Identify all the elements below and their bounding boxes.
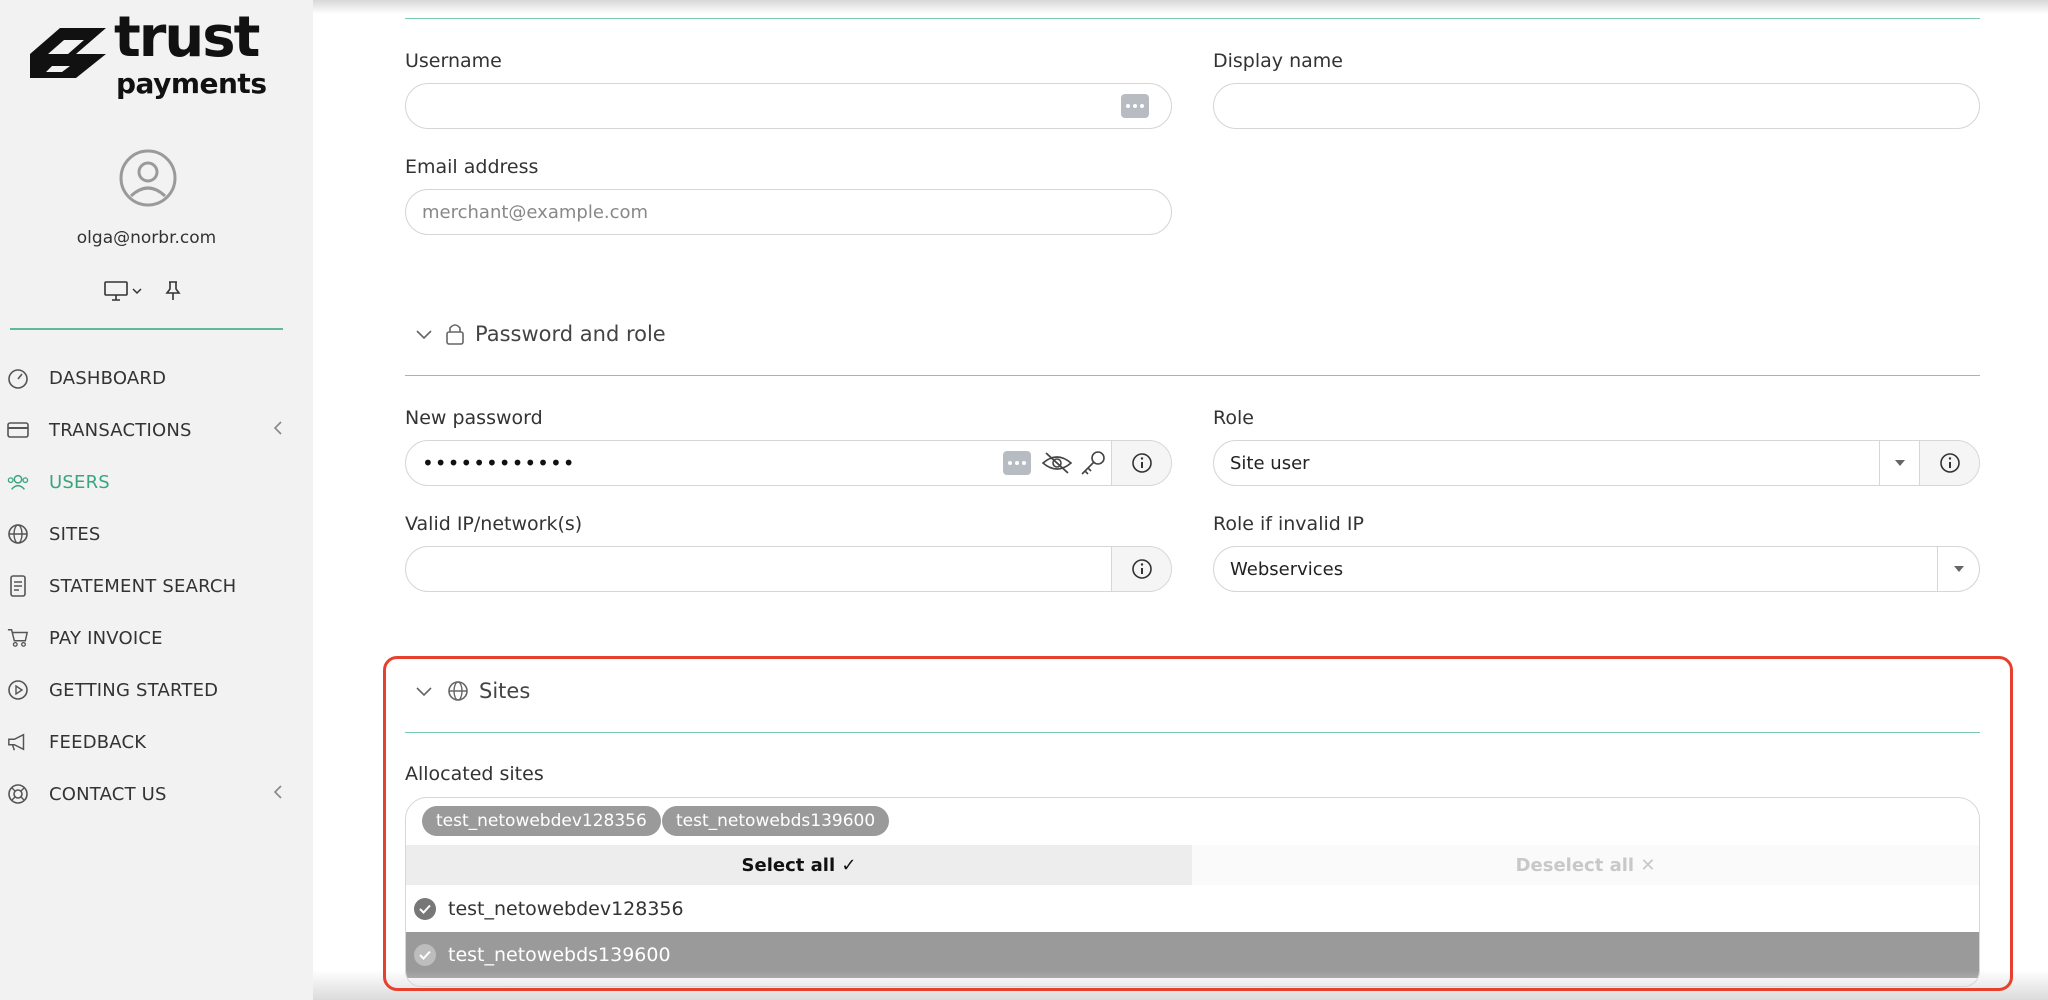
user-email: olga@norbr.com (76, 228, 217, 248)
top-shadow (313, 0, 2048, 14)
role-dropdown-toggle[interactable] (1879, 441, 1919, 485)
chevron-down-icon (132, 288, 142, 295)
role-invalid-ip-label: Role if invalid IP (1213, 513, 1364, 535)
globe-icon (7, 523, 29, 545)
info-icon (1131, 559, 1152, 579)
sidebar-divider (10, 328, 283, 330)
role-invalid-ip-dropdown-toggle[interactable] (1937, 547, 1979, 591)
username-field[interactable] (405, 83, 1172, 129)
sites-highlight-box (383, 656, 2013, 991)
caret-down-icon (1894, 460, 1905, 466)
password-role-title: Password and role (475, 322, 666, 346)
sidebar-item-label: TRANSACTIONS (49, 419, 192, 441)
valid-ip-field[interactable] (405, 546, 1172, 592)
trust-payments-logo[interactable]: trust payments (26, 10, 276, 110)
sidebar-item-label: FEEDBACK (49, 731, 147, 753)
sidebar-item-label: STATEMENT SEARCH (49, 575, 237, 597)
valid-ip-info-button[interactable] (1111, 547, 1171, 591)
logo-text-payments: payments (116, 67, 267, 100)
info-icon (1131, 453, 1152, 473)
sidebar-item-label: CONTACT US (49, 783, 167, 805)
sidebar-item-statement-search[interactable]: STATEMENT SEARCH (0, 560, 293, 612)
new-password-field[interactable]: •••••••••••• (405, 440, 1172, 486)
cart-icon (7, 627, 29, 649)
sidebar-item-label: SITES (49, 523, 101, 545)
sidebar: trust payments olga@norbr.com DASHBOARD … (0, 0, 313, 1000)
dashboard-icon (7, 367, 29, 389)
sidebar-item-label: USERS (49, 471, 110, 493)
new-password-value: •••••••••••• (422, 451, 576, 475)
megaphone-icon (7, 731, 29, 753)
document-icon (7, 575, 29, 597)
chevron-left-icon (273, 421, 282, 435)
sidebar-item-label: PAY INVOICE (49, 627, 163, 649)
email-placeholder: merchant@example.com (422, 201, 649, 223)
sidebar-item-label: DASHBOARD (49, 367, 167, 389)
role-invalid-ip-select[interactable]: Webservices (1213, 546, 1980, 592)
sidebar-item-dashboard[interactable]: DASHBOARD (0, 352, 293, 404)
chevron-down-icon (416, 330, 432, 340)
sidebar-nav: DASHBOARD TRANSACTIONS USERS SITES STATE… (0, 352, 293, 820)
logo-text-trust: trust (114, 5, 260, 70)
avatar[interactable] (118, 148, 178, 208)
caret-down-icon (1953, 566, 1964, 572)
role-select[interactable]: Site user (1213, 440, 1980, 486)
play-icon (7, 679, 29, 701)
monitor-icon (104, 281, 128, 301)
password-manager-icon[interactable] (1121, 94, 1149, 118)
display-name-field[interactable] (1213, 83, 1980, 129)
role-label: Role (1213, 407, 1254, 429)
lock-icon (446, 324, 464, 345)
display-mode-button[interactable] (104, 280, 142, 302)
new-password-label: New password (405, 407, 543, 429)
sidebar-item-getting-started[interactable]: GETTING STARTED (0, 664, 293, 716)
username-label: Username (405, 50, 502, 72)
sidebar-item-sites[interactable]: SITES (0, 508, 293, 560)
role-info-button[interactable] (1919, 441, 1979, 485)
info-icon (1939, 453, 1960, 473)
sidebar-item-feedback[interactable]: FEEDBACK (0, 716, 293, 768)
key-icon[interactable] (1079, 449, 1107, 477)
sidebar-item-pay-invoice[interactable]: PAY INVOICE (0, 612, 293, 664)
lifebuoy-icon (7, 783, 29, 805)
sidebar-item-users[interactable]: USERS (0, 456, 293, 508)
users-icon (7, 471, 29, 493)
display-name-label: Display name (1213, 50, 1343, 72)
sidebar-item-contact-us[interactable]: CONTACT US (0, 768, 293, 820)
password-role-section-toggle[interactable]: Password and role (415, 322, 666, 346)
sidebar-item-transactions[interactable]: TRANSACTIONS (0, 404, 293, 456)
pin-icon[interactable] (164, 280, 182, 302)
valid-ip-label: Valid IP/network(s) (405, 513, 583, 535)
card-icon (7, 419, 29, 441)
email-field[interactable]: merchant@example.com (405, 189, 1172, 235)
password-info-button[interactable] (1111, 441, 1171, 485)
eye-slash-icon[interactable] (1041, 451, 1073, 475)
sidebar-tools (104, 280, 182, 302)
role-value: Site user (1230, 452, 1310, 474)
chevron-left-icon (273, 785, 282, 799)
sidebar-item-label: GETTING STARTED (49, 679, 219, 701)
role-invalid-ip-value: Webservices (1230, 558, 1344, 580)
password-manager-icon[interactable] (1003, 451, 1031, 475)
email-label: Email address (405, 156, 539, 178)
logo-mark-icon (30, 28, 106, 78)
section-divider (405, 18, 1980, 19)
section-divider (405, 375, 1980, 376)
